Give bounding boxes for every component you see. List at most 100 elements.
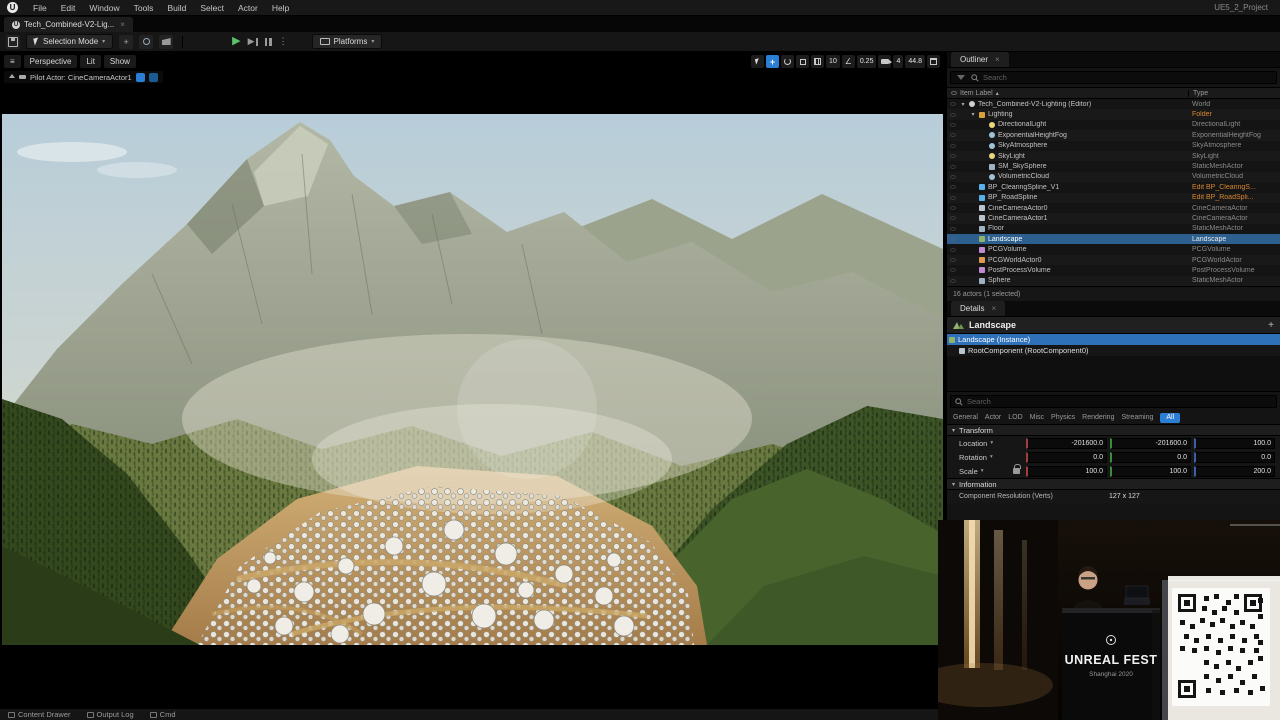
value-z-field[interactable]: 0.0 — [1194, 452, 1275, 463]
visibility-eye-icon[interactable] — [951, 91, 957, 95]
details-filter-button[interactable]: Actor — [985, 414, 1001, 421]
outliner-row[interactable]: SM_SkySphere StaticMeshActor — [947, 161, 1280, 171]
actor-type[interactable]: PCGVolume — [1188, 246, 1280, 253]
expand-arrow-icon[interactable]: ▾ — [970, 111, 976, 118]
outliner-row[interactable]: CineCameraActor1 CineCameraActor — [947, 213, 1280, 223]
actor-type[interactable]: ExponentialHeightFog — [1188, 132, 1280, 139]
menu-item[interactable]: File — [26, 0, 54, 16]
details-filter-button[interactable]: All — [1160, 413, 1180, 423]
visibility-eye-icon[interactable] — [947, 102, 958, 106]
pause-button[interactable] — [265, 38, 272, 46]
value-x-field[interactable]: -201600.0 — [1026, 438, 1107, 449]
details-filter-button[interactable]: General — [953, 414, 978, 421]
details-filter-button[interactable]: Streaming — [1121, 414, 1153, 421]
screen-percentage-value[interactable]: 44.8 — [905, 55, 925, 68]
actor-type[interactable]: VolumetricCloud — [1188, 173, 1280, 180]
outliner-row[interactable]: Sphere StaticMeshActor — [947, 276, 1280, 286]
visibility-eye-icon[interactable] — [947, 248, 958, 252]
visibility-eye-icon[interactable] — [947, 216, 958, 220]
platforms-dropdown[interactable]: Platforms ▾ — [312, 34, 383, 49]
actor-type[interactable]: CineCameraActor — [1188, 215, 1280, 222]
visibility-eye-icon[interactable] — [947, 154, 958, 158]
outliner-row[interactable]: ExponentialHeightFog ExponentialHeightFo… — [947, 130, 1280, 140]
details-filter-button[interactable]: Rendering — [1082, 414, 1114, 421]
frame-skip-button[interactable]: ▶ — [248, 36, 258, 47]
blueprints-button[interactable] — [139, 35, 153, 49]
value-y-field[interactable]: -201600.0 — [1110, 438, 1191, 449]
value-z-field[interactable]: 200.0 — [1194, 466, 1275, 477]
value-y-field[interactable]: 0.0 — [1110, 452, 1191, 463]
menu-item[interactable]: Build — [160, 0, 193, 16]
actor-type[interactable]: DirectionalLight — [1188, 121, 1280, 128]
value-z-field[interactable]: 100.0 — [1194, 438, 1275, 449]
actor-type[interactable]: SkyAtmosphere — [1188, 142, 1280, 149]
visibility-eye-icon[interactable] — [947, 196, 958, 200]
actor-type[interactable]: CineCameraActor — [1188, 205, 1280, 212]
details-filter-button[interactable]: Physics — [1051, 414, 1075, 421]
select-tool-button[interactable] — [751, 55, 764, 68]
outliner-row[interactable]: BP_ClearingSpline_V1 Edit BP_ClearingS..… — [947, 182, 1280, 192]
camera-speed-value[interactable]: 4 — [893, 55, 903, 68]
component-row[interactable]: RootComponent (RootComponent0) — [947, 345, 1280, 356]
filter-funnel-icon[interactable] — [957, 75, 965, 80]
rotation-snap-button[interactable]: ∠ — [842, 55, 855, 68]
details-filter-button[interactable]: LOD — [1008, 414, 1022, 421]
outliner-tab[interactable]: Outliner × — [951, 52, 1009, 67]
actor-type[interactable]: PostProcessVolume — [1188, 267, 1280, 274]
close-icon[interactable]: × — [995, 55, 1000, 64]
rotate-tool-button[interactable] — [781, 55, 794, 68]
cinematics-button[interactable] — [159, 35, 173, 49]
column-item-label[interactable]: Item Label — [960, 90, 993, 97]
details-tab[interactable]: Details × — [951, 301, 1005, 316]
actor-type[interactable]: World — [1188, 101, 1280, 108]
details-search[interactable] — [950, 395, 1277, 408]
visibility-eye-icon[interactable] — [947, 165, 958, 169]
outliner-row[interactable]: VolumetricCloud VolumetricCloud — [947, 172, 1280, 182]
scale-snap-value[interactable]: 0.25 — [857, 55, 877, 68]
pilot-lock-toggle-icon[interactable] — [149, 73, 158, 82]
menu-item[interactable]: Tools — [127, 0, 161, 16]
actor-type[interactable]: Edit BP_ClearingS... — [1188, 184, 1280, 191]
level-viewport[interactable]: ≡ Perspective Lit Show + 10 ∠ 0.25 4 44.… — [0, 52, 946, 708]
lock-icon[interactable] — [1013, 468, 1020, 474]
transform-row-label[interactable]: Rotation ▾ — [959, 453, 1009, 462]
pilot-toggle-icon[interactable] — [136, 73, 145, 82]
show-flags-dropdown[interactable]: Show — [104, 55, 136, 68]
maximize-viewport-button[interactable] — [927, 55, 940, 68]
outliner-row[interactable]: Floor StaticMeshActor — [947, 224, 1280, 234]
outliner-row[interactable]: ▾ Lighting Folder — [947, 109, 1280, 119]
menu-item[interactable]: Actor — [231, 0, 265, 16]
actor-type[interactable]: SkyLight — [1188, 153, 1280, 160]
asset-tab[interactable]: U Tech_Combined-V2-Lig... × — [4, 17, 133, 32]
outliner-row[interactable]: DirectionalLight DirectionalLight — [947, 120, 1280, 130]
outliner-row[interactable]: PostProcessVolume PostProcessVolume — [947, 265, 1280, 275]
outliner-search-input[interactable] — [983, 73, 1272, 82]
transform-row-label[interactable]: Scale ▾ — [959, 467, 1009, 476]
outliner-row[interactable]: CineCameraActor0 CineCameraActor — [947, 203, 1280, 213]
visibility-eye-icon[interactable] — [947, 185, 958, 189]
actor-type[interactable]: PCGWorldActor — [1188, 257, 1280, 264]
outliner-row[interactable]: Landscape Landscape — [947, 234, 1280, 244]
visibility-eye-icon[interactable] — [947, 268, 958, 272]
visibility-eye-icon[interactable] — [947, 227, 958, 231]
visibility-eye-icon[interactable] — [947, 123, 958, 127]
actor-type[interactable]: StaticMeshActor — [1188, 163, 1280, 170]
menu-item[interactable]: Select — [193, 0, 231, 16]
transform-row-label[interactable]: Location ▾ — [959, 439, 1009, 448]
add-component-button[interactable]: + — [1268, 320, 1274, 331]
details-filter-button[interactable]: Misc — [1030, 414, 1044, 421]
column-type[interactable]: Type — [1188, 90, 1280, 97]
actor-type[interactable]: Landscape — [1188, 236, 1280, 243]
outliner-search[interactable] — [950, 71, 1277, 84]
view-mode-dropdown[interactable]: Lit — [80, 55, 100, 68]
outliner-row[interactable]: PCGWorldActor0 PCGWorldActor — [947, 255, 1280, 265]
information-section-header[interactable]: ▾ Information — [947, 478, 1280, 490]
scale-tool-button[interactable] — [796, 55, 809, 68]
grid-snap-button[interactable] — [811, 55, 824, 68]
actor-type[interactable]: Edit BP_RoadSpli... — [1188, 194, 1280, 201]
menu-item[interactable]: Window — [82, 0, 126, 16]
move-tool-button[interactable]: + — [766, 55, 779, 68]
play-options-kebab-icon[interactable]: ⋮ — [279, 36, 288, 47]
visibility-eye-icon[interactable] — [947, 175, 958, 179]
outliner-row[interactable]: SkyLight SkyLight — [947, 151, 1280, 161]
